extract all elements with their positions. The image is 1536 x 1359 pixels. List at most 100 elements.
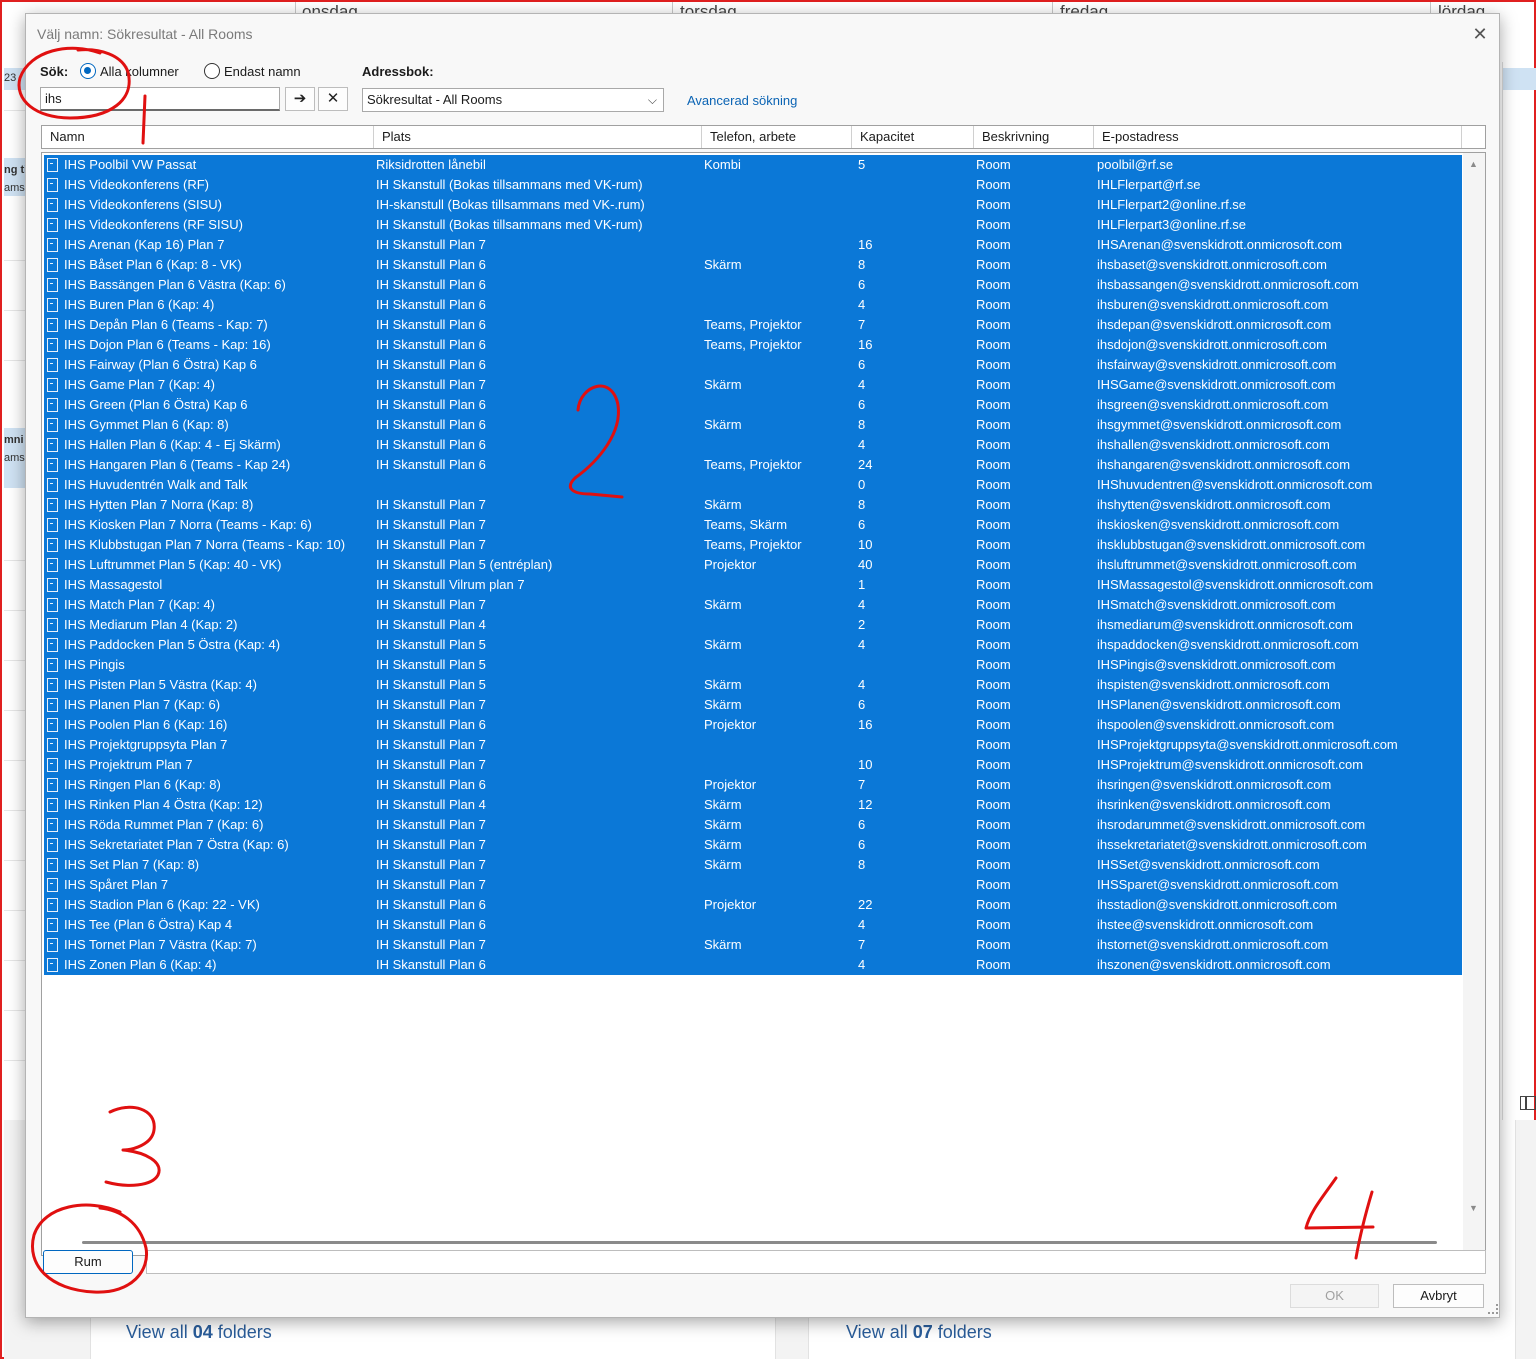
column-header-description[interactable]: Beskrivning [974,126,1094,148]
table-row[interactable]: IHS Röda Rummet Plan 7 (Kap: 6) IH Skanst… [44,815,1462,835]
room-icon [47,818,58,832]
table-row[interactable]: IHS Tee (Plan 6 Östra) Kap 4 IH Skanstull… [44,915,1462,935]
room-icon [47,958,58,972]
cell-phone: Skärm [704,817,742,832]
table-row[interactable]: IHS Zonen Plan 6 (Kap: 4) IH Skanstull Pl… [44,955,1462,975]
layout-icon[interactable] [1520,1096,1536,1110]
cell-phone: Skärm [704,377,742,392]
ok-button[interactable]: OK [1290,1284,1379,1308]
room-icon [47,698,58,712]
table-row[interactable]: IHS Game Plan 7 (Kap: 4) IH Skanstull Pla… [44,375,1462,395]
cell-phone: Teams, Projektor [704,457,802,472]
resize-grip-icon[interactable] [1488,1304,1498,1314]
view-all-folders-link[interactable]: View all 07 folders [846,1322,992,1343]
table-row[interactable]: IHS Pingis IH Skanstull Plan 5 Room IHSPing… [44,655,1462,675]
cell-phone: Teams, Projektor [704,317,802,332]
table-row[interactable]: IHS Sekretariatet Plan 7 Östra (Kap: 6) I… [44,835,1462,855]
table-row[interactable]: IHS Pisten Plan 5 Västra (Kap: 4) IH Skan… [44,675,1462,695]
table-row[interactable]: IHS Tornet Plan 7 Västra (Kap: 7) IH Skan… [44,935,1462,955]
table-row[interactable]: IHS Luftrummet Plan 5 (Kap: 40 - VK) IH S… [44,555,1462,575]
table-row[interactable]: IHS Rinken Plan 4 Östra (Kap: 12) IH Skan… [44,795,1462,815]
cell-description: Room [976,377,1011,392]
table-row[interactable]: IHS Videokonferens (RF SISU) IH Skanstull… [44,215,1462,235]
cell-name: IHS Sekretariatet Plan 7 Östra (Kap: 6) [64,837,289,852]
table-row[interactable]: IHS Set Plan 7 (Kap: 8) IH Skanstull Plan… [44,855,1462,875]
table-row[interactable]: IHS Arenan (Kap 16) Plan 7 IH Skanstull P… [44,235,1462,255]
table-row[interactable]: IHS Gymmet Plan 6 (Kap: 8) IH Skanstull P… [44,415,1462,435]
table-row[interactable]: IHS Hallen Plan 6 (Kap: 4 - Ej Skärm) IH … [44,435,1462,455]
scroll-down-icon[interactable]: ▼ [1469,1203,1478,1213]
horizontal-scrollbar[interactable] [82,1241,1437,1244]
column-header-capacity[interactable]: Kapacitet [852,126,974,148]
table-row[interactable]: IHS Projektgruppsyta Plan 7 IH Skanstull … [44,735,1462,755]
close-icon[interactable]: ✕ [1470,24,1490,44]
vertical-scrollbar[interactable]: ▲ ▼ [1463,153,1485,1253]
radio-all-columns[interactable]: Alla kolumner [80,63,179,79]
radio-unselected-icon[interactable] [204,63,220,79]
table-row[interactable]: IHS Massagestol IH Skanstull Vilrum plan … [44,575,1462,595]
cell-location: IH Skanstull Plan 6 [376,357,486,372]
search-go-button[interactable]: ➔ [285,87,315,111]
table-row[interactable]: IHS Planen Plan 7 (Kap: 6) IH Skanstull P… [44,695,1462,715]
cancel-button[interactable]: Avbryt [1393,1284,1484,1308]
radio-selected-icon[interactable] [80,63,96,79]
table-row[interactable]: IHS Hytten Plan 7 Norra (Kap: 8) IH Skans… [44,495,1462,515]
cell-capacity: 4 [858,437,866,452]
table-row[interactable]: IHS Bassängen Plan 6 Västra (Kap: 6) IH S… [44,275,1462,295]
cell-location: IH Skanstull Plan 7 [376,817,486,832]
table-row[interactable]: IHS Green (Plan 6 Östra) Kap 6 IH Skanstu… [44,395,1462,415]
cell-name: IHS Projektrum Plan 7 [64,757,193,772]
table-row[interactable]: IHS Poolbil VW Passat Riksidrotten lånebi… [44,155,1462,175]
cell-phone: Skärm [704,597,742,612]
cell-name: IHS Gymmet Plan 6 (Kap: 8) [64,417,229,432]
advanced-search-link[interactable]: Avancerad sökning [687,93,797,108]
table-row[interactable]: IHS Videokonferens (SISU) IH-skanstull (B… [44,195,1462,215]
cell-location: IH Skanstull Plan 6 [376,337,486,352]
table-row[interactable]: IHS Match Plan 7 (Kap: 4) IH Skanstull Pl… [44,595,1462,615]
view-all-folders-link[interactable]: View all 04 folders [126,1322,272,1343]
table-row[interactable]: IHS Ringen Plan 6 (Kap: 8) IH Skanstull P… [44,775,1462,795]
table-row[interactable]: IHS Spåret Plan 7 IH Skanstull Plan 7 Room… [44,875,1462,895]
cell-capacity: 7 [858,777,866,792]
table-row[interactable]: IHS Videokonferens (RF) IH Skanstull (Bok… [44,175,1462,195]
cell-email: IHSSparet@svenskidrott.onmicrosoft.com [1097,877,1339,892]
room-icon [47,598,58,612]
column-header-phone[interactable]: Telefon, arbete [702,126,852,148]
rooms-button[interactable]: Rum [43,1250,133,1274]
cell-description: Room [976,237,1011,252]
calendar-event-block[interactable] [1503,68,1536,90]
column-header-name[interactable]: Namn [42,126,374,148]
table-row[interactable]: IHS Kiosken Plan 7 Norra (Teams - Kap: 6… [44,515,1462,535]
column-header-location[interactable]: Plats [374,126,702,148]
cell-description: Room [976,797,1011,812]
address-book-select[interactable]: Sökresultat - All Rooms ⌵ [362,88,664,112]
rooms-field[interactable] [146,1250,1486,1274]
table-row[interactable]: IHS Klubbstugan Plan 7 Norra (Teams - Ka… [44,535,1462,555]
column-header-email[interactable]: E-postadress [1094,126,1462,148]
cell-email: ihsbassangen@svenskidrott.onmicrosoft.co… [1097,277,1359,292]
room-icon [47,918,58,932]
table-row[interactable]: IHS Båset Plan 6 (Kap: 8 - VK) IH Skanstu… [44,255,1462,275]
cell-description: Room [976,637,1011,652]
table-row[interactable]: IHS Projektrum Plan 7 IH Skanstull Plan 7… [44,755,1462,775]
table-row[interactable]: IHS Paddocken Plan 5 Östra (Kap: 4) IH Sk… [44,635,1462,655]
table-row[interactable]: IHS Buren Plan 6 (Kap: 4) IH Skanstull Pl… [44,295,1462,315]
search-input[interactable] [40,87,280,111]
room-icon [47,158,58,172]
table-row[interactable]: IHS Dojon Plan 6 (Teams - Kap: 16) IH Ska… [44,335,1462,355]
table-row[interactable]: IHS Stadion Plan 6 (Kap: 22 - VK) IH Skan… [44,895,1462,915]
scroll-up-icon[interactable]: ▲ [1469,159,1478,169]
search-clear-button[interactable]: ✕ [318,87,348,111]
radio-name-only[interactable]: Endast namn [204,63,301,79]
table-row[interactable]: IHS Hangaren Plan 6 (Teams - Kap 24) IH S… [44,455,1462,475]
table-row[interactable]: IHS Mediarum Plan 4 (Kap: 2) IH Skanstull… [44,615,1462,635]
table-row[interactable]: IHS Huvudentrén Walk and Talk 0 Room IHShuv… [44,475,1462,495]
cell-capacity: 24 [858,457,873,472]
room-icon [47,498,58,512]
room-icon [47,218,58,232]
cell-description: Room [976,197,1011,212]
table-row[interactable]: IHS Depån Plan 6 (Teams - Kap: 7) IH Skan… [44,315,1462,335]
table-row[interactable]: IHS Poolen Plan 6 (Kap: 16) IH Skanstull … [44,715,1462,735]
table-row[interactable]: IHS Fairway (Plan 6 Östra) Kap 6 IH Skans… [44,355,1462,375]
room-icon [47,558,58,572]
